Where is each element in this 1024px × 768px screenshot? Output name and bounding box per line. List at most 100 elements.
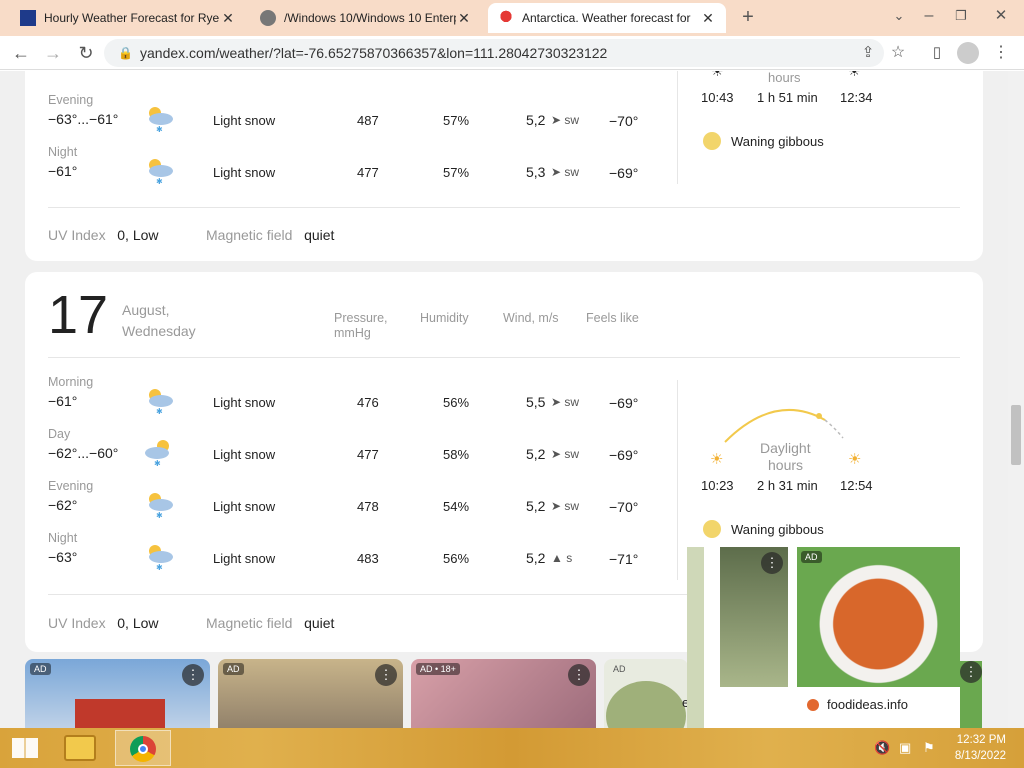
windows-start-icon[interactable] bbox=[12, 738, 38, 758]
day-card-previous: Evening −63°...−61° ✱ Light snow 487 57%… bbox=[25, 71, 983, 261]
chrome-taskbar-button[interactable] bbox=[115, 730, 171, 766]
wind-direction: ➤ sw bbox=[551, 499, 580, 513]
wind-header: Wind, m/s bbox=[503, 311, 559, 325]
close-tab-icon[interactable]: ✕ bbox=[700, 10, 716, 27]
restore-button[interactable]: ❐ bbox=[950, 5, 972, 27]
sunrise-icon: ☀ bbox=[710, 451, 724, 468]
svg-text:✱: ✱ bbox=[156, 177, 163, 185]
ad-menu-button[interactable]: ⋮ bbox=[568, 664, 590, 686]
moon-phase: Waning gibbous bbox=[703, 132, 824, 150]
svg-text:✱: ✱ bbox=[156, 563, 163, 571]
magnetic-field: Magnetic field quiet bbox=[206, 227, 335, 243]
ad-menu-button[interactable]: ⋮ bbox=[960, 661, 982, 683]
pressure-header: Pressure, mmHg bbox=[334, 311, 388, 340]
forecast-row: Day −62°...−60° ✱ Light snow 477 58% 5,2… bbox=[48, 427, 639, 467]
chrome-icon bbox=[130, 736, 156, 762]
ad-image bbox=[75, 699, 165, 728]
close-tab-icon[interactable]: ✕ bbox=[220, 10, 236, 27]
tab-weather-channel[interactable]: Hourly Weather Forecast for Rye ✕ bbox=[10, 3, 246, 33]
chevron-down-icon[interactable]: ⌄ bbox=[888, 5, 910, 27]
month-label: August, bbox=[122, 302, 170, 318]
network-icon[interactable]: ▣ bbox=[899, 740, 911, 756]
weather-channel-icon bbox=[20, 10, 36, 26]
close-tab-icon[interactable]: ✕ bbox=[456, 10, 472, 27]
ad-tile[interactable]: AD ⋮ bbox=[25, 659, 210, 728]
column-divider bbox=[677, 71, 678, 184]
tab-antarctica[interactable]: Antarctica. Weather forecast for ✕ bbox=[488, 3, 726, 33]
svg-text:✱: ✱ bbox=[154, 459, 161, 467]
ad-menu-button[interactable]: ⋮ bbox=[375, 664, 397, 686]
wind-direction: ➤ sw bbox=[551, 447, 580, 461]
new-tab-button[interactable]: + bbox=[737, 6, 759, 28]
ad-source[interactable]: foodideas.info bbox=[807, 697, 908, 712]
moon-icon bbox=[703, 520, 721, 538]
globe-icon bbox=[260, 10, 276, 26]
light-snow-icon: ✱ bbox=[149, 493, 173, 519]
ad-menu-button[interactable]: ⋮ bbox=[761, 552, 783, 574]
divider bbox=[48, 207, 960, 208]
close-window-button[interactable]: ✕ bbox=[990, 5, 1012, 27]
ad-tile[interactable]: AD ⋮ bbox=[218, 659, 403, 728]
ad-image bbox=[606, 681, 686, 728]
svg-text:✱: ✱ bbox=[156, 511, 163, 519]
reload-button[interactable]: ↻ bbox=[75, 42, 97, 64]
wind-direction: ▲ s bbox=[551, 551, 573, 565]
ad-tile[interactable]: AD • 18+ ⋮ bbox=[411, 659, 596, 728]
menu-icon[interactable]: ⋮ bbox=[990, 42, 1012, 64]
star-icon[interactable]: ☆ bbox=[887, 42, 909, 64]
forecast-row: Evening −63°...−61° ✱ Light snow 487 57%… bbox=[48, 93, 639, 133]
light-snow-icon: ✱ bbox=[149, 159, 173, 185]
column-divider bbox=[677, 380, 678, 580]
sunrise-icon: ☀ bbox=[711, 71, 724, 79]
tab-windows10[interactable]: /Windows 10/Windows 10 Enterp ✕ bbox=[250, 3, 482, 33]
uv-index: UV Index 0, Low bbox=[48, 615, 159, 631]
sunset-icon: ☀ bbox=[848, 71, 861, 79]
back-button[interactable]: ← bbox=[10, 42, 32, 64]
divider bbox=[48, 594, 688, 595]
light-snow-icon: ✱ bbox=[149, 389, 173, 415]
humidity-header: Humidity bbox=[420, 311, 469, 325]
ad-tile[interactable]: AD et bbox=[604, 659, 688, 728]
share-icon[interactable]: ⇪ bbox=[857, 42, 879, 64]
action-center-icon[interactable]: ⚑ bbox=[923, 740, 935, 756]
ad-menu-button[interactable]: ⋮ bbox=[182, 664, 204, 686]
lock-icon: 🔒 bbox=[118, 46, 133, 60]
taskbar: 🔇 ▣ ⚑ 12:32 PM 8/13/2022 bbox=[0, 728, 1024, 768]
svg-text:✱: ✱ bbox=[156, 125, 163, 133]
page-content: Evening −63°...−61° ✱ Light snow 487 57%… bbox=[0, 71, 1008, 728]
divider bbox=[48, 357, 960, 358]
forecast-row: Evening −62° ✱ Light snow 478 54% 5,2 ➤ … bbox=[48, 479, 639, 519]
ad-image: ⋮ bbox=[960, 661, 982, 728]
profile-avatar[interactable] bbox=[957, 42, 979, 64]
moon-phase: Waning gibbous bbox=[703, 520, 824, 538]
sidepanel-icon[interactable]: ▯ bbox=[926, 42, 948, 64]
forecast-row: Night −61° ✱ Light snow 477 57% 5,3 ➤ sw… bbox=[48, 145, 639, 185]
popup-ad[interactable]: ⋮ AD foodideas.info bbox=[687, 547, 960, 728]
weekday-label: Wednesday bbox=[122, 323, 196, 339]
tab-strip: Hourly Weather Forecast for Rye ✕ /Windo… bbox=[0, 0, 1024, 36]
moon-icon bbox=[703, 132, 721, 150]
forecast-row: Night −63° ✱ Light snow 483 56% 5,2 ▲ s … bbox=[48, 531, 639, 571]
url-field[interactable]: 🔒 yandex.com/weather/?lat=-76.6527587036… bbox=[104, 39, 884, 67]
wind-direction: ➤ sw bbox=[551, 113, 580, 127]
sunset-icon: ☀ bbox=[848, 451, 862, 468]
toolbar: ← → ↻ 🔒 yandex.com/weather/?lat=-76.6527… bbox=[0, 36, 1024, 70]
forward-button[interactable]: → bbox=[42, 42, 64, 64]
forecast-row: Morning −61° ✱ Light snow 476 56% 5,5 ➤ … bbox=[48, 375, 639, 415]
volume-muted-icon[interactable]: 🔇 bbox=[874, 740, 890, 756]
light-snow-icon: ✱ bbox=[145, 440, 169, 467]
wind-direction: ➤ sw bbox=[551, 165, 580, 179]
wind-direction: ➤ sw bbox=[551, 395, 580, 409]
light-snow-icon: ✱ bbox=[149, 545, 173, 571]
day-number: 17 bbox=[48, 285, 109, 345]
page-scrollbar[interactable] bbox=[1008, 71, 1024, 728]
yandex-weather-icon bbox=[498, 10, 514, 26]
file-explorer-icon[interactable] bbox=[64, 735, 96, 761]
feels-like-header: Feels like bbox=[586, 311, 639, 325]
system-clock[interactable]: 12:32 PM 8/13/2022 bbox=[955, 732, 1006, 764]
scrollbar-thumb[interactable] bbox=[1011, 405, 1021, 465]
minimize-button[interactable]: – bbox=[918, 5, 940, 27]
magnetic-field: Magnetic field quiet bbox=[206, 615, 335, 631]
ad-image bbox=[797, 547, 960, 687]
light-snow-icon: ✱ bbox=[149, 107, 173, 133]
